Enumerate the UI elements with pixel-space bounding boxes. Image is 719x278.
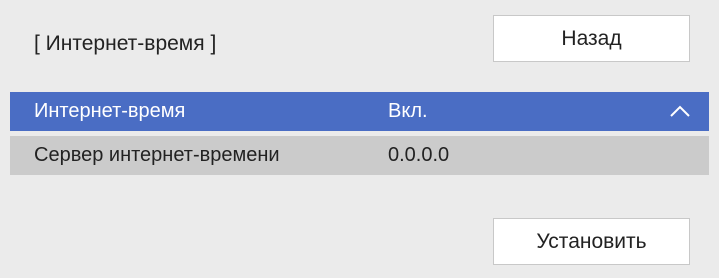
setting-row-time-server[interactable]: Сервер интернет-времени 0.0.0.0 — [10, 136, 709, 175]
setting-label: Интернет-время — [34, 100, 186, 122]
setting-value: 0.0.0.0 — [388, 144, 450, 166]
back-button[interactable]: Назад — [493, 15, 690, 62]
chevron-up-icon[interactable] — [669, 104, 691, 118]
setting-label: Сервер интернет-времени — [34, 144, 280, 166]
setting-row-internet-time[interactable]: Интернет-время Вкл. — [10, 92, 709, 131]
setting-value: Вкл. — [388, 100, 428, 122]
set-button[interactable]: Установить — [493, 218, 690, 265]
page-title: [ Интернет-время ] — [34, 32, 217, 55]
internet-time-settings-panel: [ Интернет-время ] Назад Интернет-время … — [0, 0, 719, 278]
